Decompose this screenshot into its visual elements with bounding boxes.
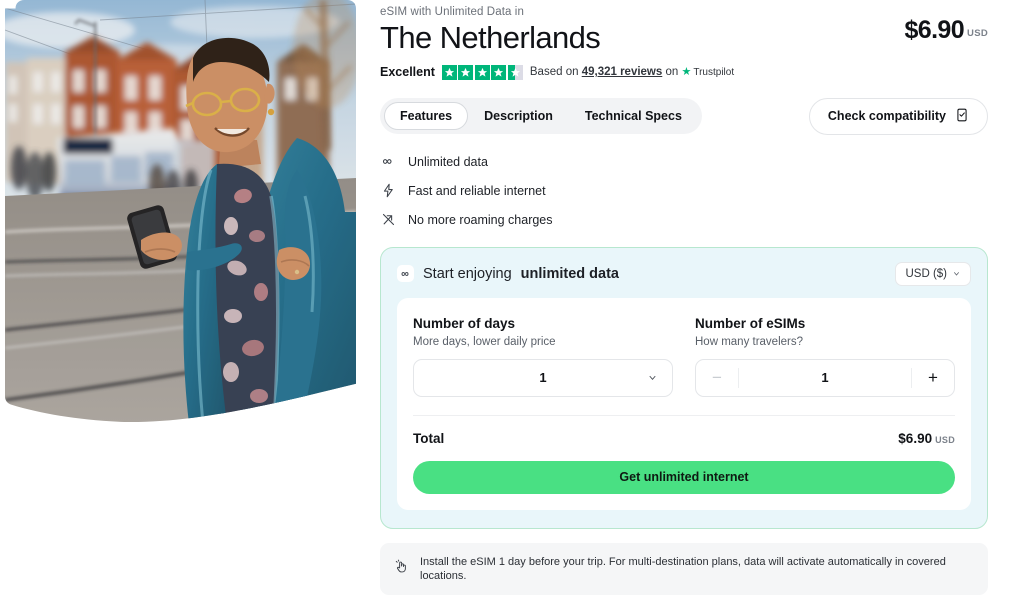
rating-on: on: [665, 66, 679, 79]
lightning-bolt-icon: [380, 183, 397, 198]
days-field: Number of days More days, lower daily pr…: [413, 316, 673, 397]
purchase-fields: Number of days More days, lower daily pr…: [413, 316, 955, 397]
hero-image: [5, 0, 356, 424]
feature-item-unlimited-data: Unlimited data: [380, 151, 988, 173]
purchase-panel-header: Start enjoying unlimited data USD ($): [397, 261, 971, 286]
esims-increment-button[interactable]: +: [912, 360, 954, 396]
phone-check-icon: [955, 108, 969, 125]
star-icon-2: [458, 64, 474, 80]
feature-label: Fast and reliable internet: [408, 183, 546, 198]
esims-stepper: − 1 +: [695, 358, 955, 397]
panel-title-strong: unlimited data: [520, 265, 619, 282]
feature-item-no-roaming: No more roaming charges: [380, 209, 988, 231]
product-details: eSIM with Unlimited Data in The Netherla…: [380, 0, 988, 608]
header-row: eSIM with Unlimited Data in The Netherla…: [380, 0, 988, 80]
days-sublabel: More days, lower daily price: [413, 335, 556, 348]
total-value: $6.90: [898, 430, 933, 446]
check-compatibility-label: Check compatibility: [827, 109, 946, 124]
star-icon-1: [441, 64, 457, 80]
page-title: The Netherlands: [380, 20, 601, 55]
install-notice: Install the eSIM 1 day before your trip.…: [380, 542, 988, 596]
panel-title-prefix: Start enjoying: [423, 265, 512, 282]
esims-sublabel: How many travelers?: [695, 335, 804, 348]
currency-selector-value: USD ($): [905, 267, 947, 280]
infinity-icon-badge: [397, 265, 414, 283]
days-value: 1: [539, 370, 547, 386]
feature-item-fast-internet: Fast and reliable internet: [380, 180, 988, 202]
rating-word: Excellent: [380, 65, 435, 80]
get-unlimited-internet-button[interactable]: Get unlimited internet: [413, 460, 955, 494]
tab-list: Features Description Technical Specs: [380, 98, 702, 135]
total-currency: USD: [935, 434, 955, 445]
currency-selector[interactable]: USD ($): [895, 261, 971, 286]
header-text: eSIM with Unlimited Data in The Netherla…: [380, 0, 734, 80]
total-row: Total $6.90 USD: [413, 430, 955, 448]
total-price: $6.90 USD: [898, 430, 955, 448]
tab-features[interactable]: Features: [384, 102, 469, 131]
trustpilot-star-icon: ★: [681, 66, 692, 79]
esims-decrement-button[interactable]: −: [696, 360, 738, 396]
total-label: Total: [413, 430, 445, 446]
eyebrow-text: eSIM with Unlimited Data in: [380, 6, 524, 18]
check-compatibility-button[interactable]: Check compatibility: [808, 97, 988, 135]
infinity-icon: [380, 154, 397, 169]
esims-value: 1: [821, 370, 829, 386]
rating-prefix: Based on: [529, 66, 579, 79]
tab-description[interactable]: Description: [468, 102, 569, 130]
purchase-panel: Start enjoying unlimited data USD ($) Nu…: [380, 246, 988, 529]
days-select[interactable]: 1: [413, 358, 673, 397]
feature-list: Unlimited data Fast and reliable interne…: [380, 151, 988, 231]
trustpilot-logo: ★ Trustpilot: [681, 66, 735, 79]
star-icon-5-half: [507, 64, 523, 80]
feature-label: Unlimited data: [408, 154, 488, 169]
purchase-panel-title: Start enjoying unlimited data: [397, 265, 619, 283]
trustpilot-name: Trustpilot: [693, 67, 735, 79]
rating-summary: Based on 49,321 reviews on ★ Trustpilot: [530, 66, 734, 78]
chevron-down-icon: [649, 375, 656, 381]
no-roaming-icon: [380, 212, 397, 227]
tab-technical-specs[interactable]: Technical Specs: [569, 102, 698, 130]
trustpilot-rating: Excellent Based on 49,321 reviews on ★ Tr…: [380, 64, 734, 80]
reviews-link[interactable]: 49,321 reviews: [582, 66, 663, 78]
star-icon-3: [474, 64, 490, 80]
product-page: eSIM with Unlimited Data in The Netherla…: [0, 0, 1024, 608]
tabs-row: Features Description Technical Specs Che…: [380, 97, 988, 135]
purchase-card: Number of days More days, lower daily pr…: [397, 297, 971, 510]
install-notice-text: Install the eSIM 1 day before your trip.…: [420, 555, 946, 582]
card-divider: [413, 414, 955, 416]
star-icon-4: [491, 64, 507, 80]
tap-hand-icon: [394, 559, 409, 579]
price-currency: USD: [967, 28, 988, 39]
price-block: $6.90 USD: [904, 0, 988, 45]
chevron-down-icon: [953, 272, 960, 276]
star-rating: [441, 64, 523, 80]
days-label: Number of days: [413, 315, 516, 331]
hero-illustration: [5, 0, 356, 424]
feature-label: No more roaming charges: [408, 212, 553, 227]
esims-label: Number of eSIMs: [695, 315, 806, 331]
esims-field: Number of eSIMs How many travelers? − 1 …: [695, 316, 955, 397]
price-value: $6.90: [904, 16, 965, 44]
